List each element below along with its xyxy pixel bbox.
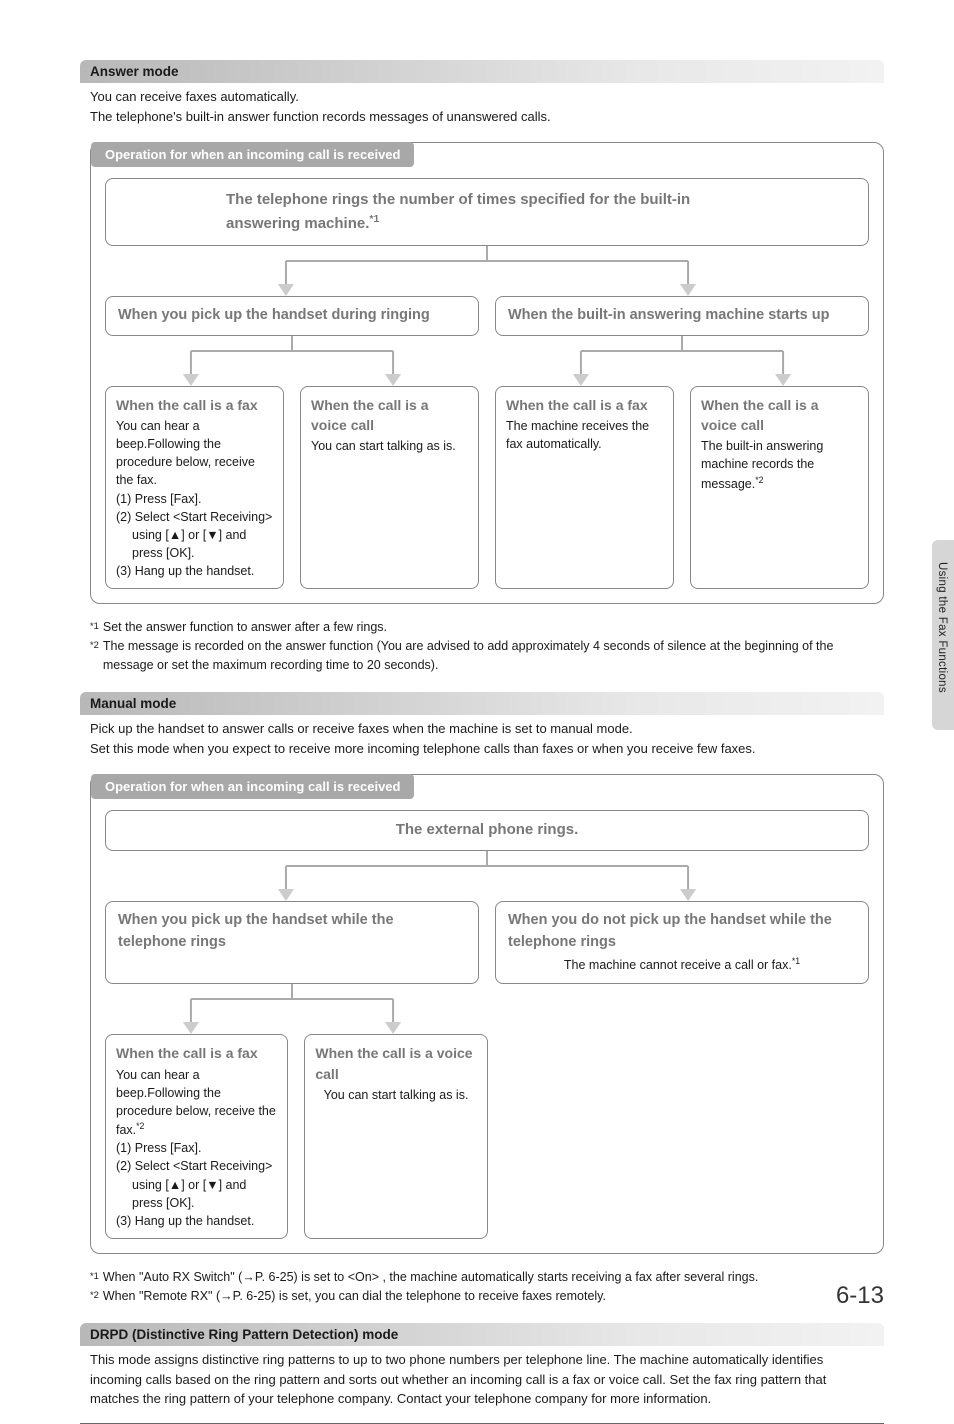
section-header-drpd: DRPD (Distinctive Ring Pattern Detection…: [80, 1323, 884, 1346]
manual-right-sub: The machine cannot receive a call or fax…: [508, 955, 856, 975]
split-left: [105, 336, 479, 386]
manual-leaves: When the call is a fax You can hear a be…: [105, 1034, 869, 1239]
leaf1-s3: (3) Hang up the handset.: [116, 562, 273, 580]
manual-split-left: [105, 984, 479, 1034]
answer-leaves: When the call is a fax You can hear a be…: [105, 386, 869, 589]
manual-intro: Pick up the handset to answer calls or r…: [80, 715, 884, 768]
m-leaf1-s3: (3) Hang up the handset.: [116, 1212, 277, 1230]
answer-split1: [105, 246, 869, 296]
manual-flow: Operation for when an incoming call is r…: [90, 774, 884, 1253]
leaf4-sup: *2: [755, 475, 763, 485]
manual-intro-line2: Set this mode when you expect to receive…: [90, 739, 874, 759]
m-fn2-text: When "Remote RX" (→P. 6-25) is set, you …: [103, 1287, 606, 1306]
manual-top-box: The external phone rings.: [105, 810, 869, 851]
leaf1-s2: (2) Select <Start Receiving> using [▲] o…: [116, 508, 273, 562]
manual-leaf1: When the call is a fax You can hear a be…: [105, 1034, 288, 1239]
answer-leaf3: When the call is a fax The machine recei…: [495, 386, 674, 589]
fn1-marker: *1: [90, 621, 99, 631]
m-leaf1-s2: (2) Select <Start Receiving> using [▲] o…: [116, 1157, 277, 1211]
answer-intro-line2: The telephone's built-in answer function…: [90, 107, 874, 127]
leaf2-body: You can start talking as is.: [311, 437, 468, 455]
manual-leaf-spacer: [504, 1034, 869, 1239]
manual-leaf2: When the call is a voice call You can st…: [304, 1034, 487, 1239]
answer-footnotes: *1 Set the answer function to answer aft…: [80, 614, 884, 678]
page-number: 6-13: [836, 1282, 884, 1310]
manual-right-sub-sup: *1: [792, 956, 800, 966]
answer-intro: You can receive faxes automatically. The…: [80, 83, 884, 136]
answer-fn1: *1 Set the answer function to answer aft…: [90, 618, 874, 637]
manual-fn1: *1 When "Auto RX Switch" (→P. 6-25) is s…: [90, 1268, 874, 1287]
answer-row-branches: When you pick up the handset during ring…: [105, 296, 869, 336]
manual-split-right-empty: [495, 984, 869, 1034]
leaf4-title: When the call is a voice call: [701, 395, 858, 436]
drpd-body: This mode assigns distinctive ring patte…: [80, 1346, 884, 1419]
m-fn2a: When "Remote RX" (: [103, 1289, 220, 1303]
answer-split2-row: [105, 336, 869, 386]
answer-op-label: Operation for when an incoming call is r…: [91, 142, 414, 167]
answer-top-box: The telephone rings the number of times …: [105, 178, 869, 246]
answer-flow: Operation for when an incoming call is r…: [90, 142, 884, 604]
m-fn1-text: When "Auto RX Switch" (→P. 6-25) is set …: [103, 1268, 758, 1287]
m-fn2-marker: *2: [90, 1290, 99, 1300]
answer-top-sup: *1: [369, 213, 379, 225]
m-leaf1-title: When the call is a fax: [116, 1043, 277, 1063]
m-leaf2-body: You can start talking as is.: [315, 1086, 476, 1104]
answer-right-branch: When the built-in answering machine star…: [495, 296, 869, 336]
section-header-answer: Answer mode: [80, 60, 884, 83]
m-leaf1-sup: *2: [136, 1121, 144, 1131]
manual-branches: When you pick up the handset while the t…: [105, 901, 869, 984]
m-leaf2-title: When the call is a voice call: [315, 1043, 476, 1084]
fn1-text: Set the answer function to answer after …: [103, 618, 387, 637]
m-fn1-marker: *1: [90, 1271, 99, 1281]
answer-left-branch: When you pick up the handset during ring…: [105, 296, 479, 336]
manual-right-sub-text: The machine cannot receive a call or fax…: [564, 959, 792, 973]
leaf4-body: The built-in answering machine records t…: [701, 437, 858, 493]
split-right: [495, 336, 869, 386]
manual-intro-line1: Pick up the handset to answer calls or r…: [90, 719, 874, 739]
m-fn1b: P. 6-25) is set to <On> , the machine au…: [255, 1270, 758, 1284]
manual-footnotes: *1 When "Auto RX Switch" (→P. 6-25) is s…: [80, 1264, 884, 1310]
manual-fn2: *2 When "Remote RX" (→P. 6-25) is set, y…: [90, 1287, 874, 1306]
section-header-manual: Manual mode: [80, 692, 884, 715]
answer-intro-line1: You can receive faxes automatically.: [90, 87, 874, 107]
manual-split2-row: [105, 984, 869, 1034]
leaf2-title: When the call is a voice call: [311, 395, 468, 436]
fn2-marker: *2: [90, 640, 99, 650]
manual-split1: [105, 851, 869, 901]
leaf3-body: The machine receives the fax automatical…: [506, 417, 663, 453]
manual-right-branch: When you do not pick up the handset whil…: [495, 901, 869, 984]
side-tab: Using the Fax Functions: [932, 540, 954, 730]
leaf1-body: You can hear a beep.Following the proced…: [116, 417, 273, 490]
m-leaf1-body: You can hear a beep.Following the proced…: [116, 1066, 277, 1140]
manual-op-label: Operation for when an incoming call is r…: [91, 774, 414, 799]
m-leaf1-s1: (1) Press [Fax].: [116, 1139, 277, 1157]
side-tab-label: Using the Fax Functions: [936, 562, 948, 693]
leaf1-s1: (1) Press [Fax].: [116, 490, 273, 508]
m-fn2b: P. 6-25) is set, you can dial the teleph…: [233, 1289, 606, 1303]
answer-leaf2: When the call is a voice call You can st…: [300, 386, 479, 589]
fn2-text: The message is recorded on the answer fu…: [103, 637, 874, 675]
manual-right-title: When you do not pick up the handset whil…: [508, 912, 832, 950]
answer-leaf4: When the call is a voice call The built-…: [690, 386, 869, 589]
leaf3-title: When the call is a fax: [506, 395, 663, 415]
leaf1-title: When the call is a fax: [116, 395, 273, 415]
answer-top-text: The telephone rings the number of times …: [226, 191, 690, 232]
answer-leaf1: When the call is a fax You can hear a be…: [105, 386, 284, 589]
manual-left-branch: When you pick up the handset while the t…: [105, 901, 479, 984]
answer-fn2: *2 The message is recorded on the answer…: [90, 637, 874, 675]
m-fn1a: When "Auto RX Switch" (: [103, 1270, 242, 1284]
